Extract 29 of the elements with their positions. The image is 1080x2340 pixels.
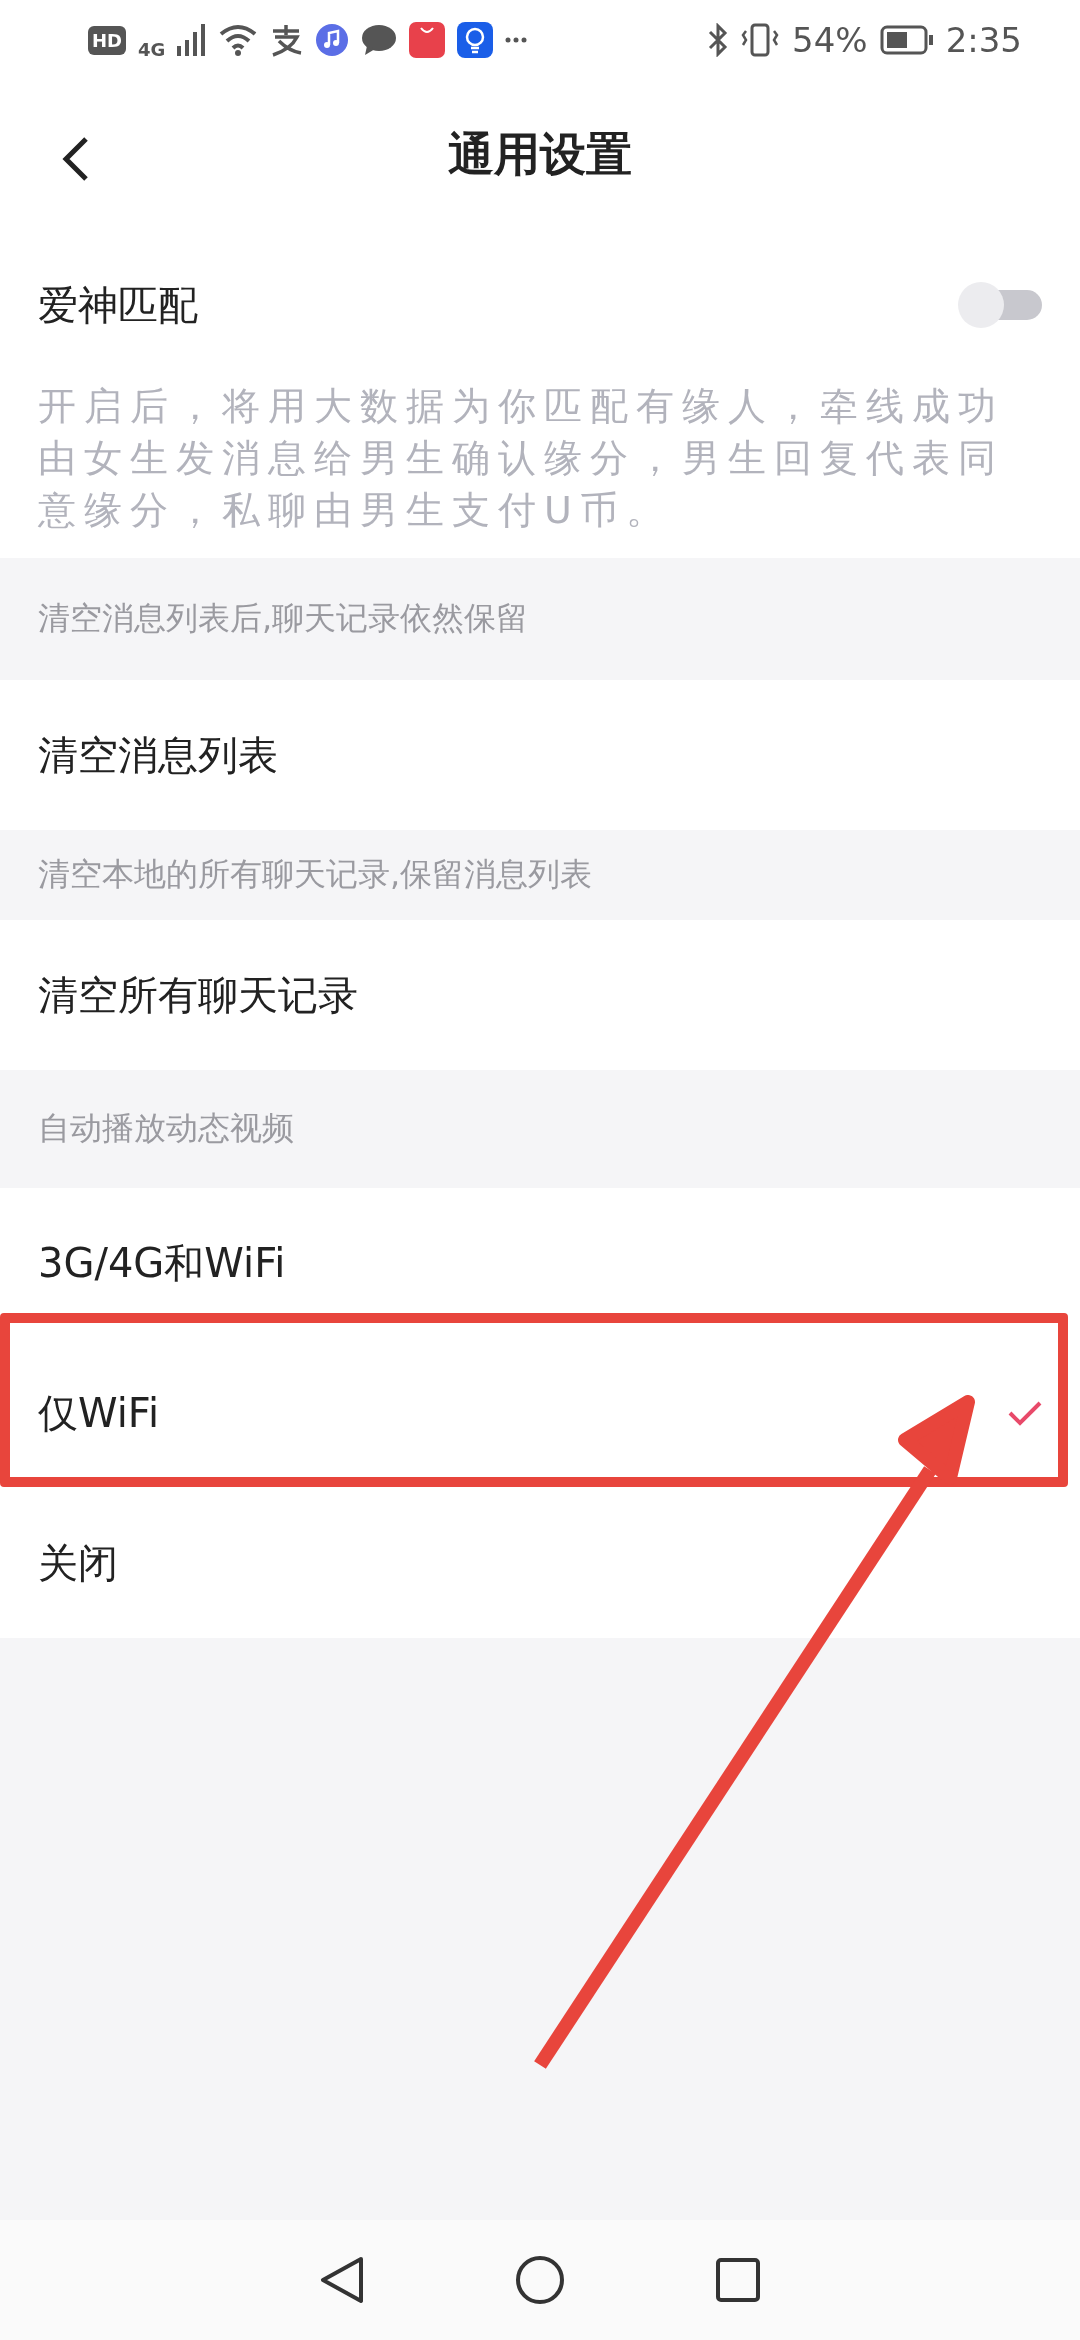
more-icon bbox=[505, 37, 528, 43]
hd-badge: HD bbox=[88, 25, 126, 55]
option-label[interactable]: 关闭 bbox=[38, 1535, 118, 1591]
match-toggle[interactable] bbox=[958, 281, 1042, 329]
section-hint: 自动播放动态视频 bbox=[38, 1108, 294, 1149]
settings-item[interactable]: 清空消息列表 bbox=[0, 680, 1080, 830]
settings-item[interactable]: 清空所有聊天记录 bbox=[0, 920, 1080, 1070]
recents-nav-button[interactable] bbox=[715, 2257, 761, 2303]
setting-label: 爱神匹配 bbox=[38, 280, 198, 330]
bluetooth-icon bbox=[708, 23, 729, 57]
page-title: 通用设置 bbox=[448, 126, 632, 183]
home-nav-button[interactable] bbox=[515, 2255, 565, 2305]
battery-percent: 54% bbox=[792, 20, 868, 60]
setting-description: 开启后，将用大数据为你匹配有缘人，牵线成功由女生发消息给男生确认缘分，男生回复代表同意缘分，私聊由男生支付U币。 bbox=[38, 383, 1005, 534]
clock-time: 2:35 bbox=[945, 20, 1022, 60]
option-label[interactable]: 仅WiFi bbox=[38, 1385, 159, 1441]
battery-icon bbox=[879, 25, 934, 55]
music-app-icon bbox=[315, 23, 350, 57]
section-hint: 清空本地的所有聊天记录,保留消息列表 bbox=[38, 854, 593, 895]
option-label[interactable]: 3G/4G和WiFi bbox=[38, 1235, 286, 1291]
wifi-icon bbox=[219, 24, 258, 56]
signal-icon bbox=[177, 24, 208, 56]
back-icon[interactable] bbox=[60, 135, 90, 183]
network-type: 4G bbox=[138, 38, 166, 60]
lightbulb-app-icon bbox=[457, 22, 494, 58]
chat-icon bbox=[361, 24, 398, 56]
vibrate-icon bbox=[740, 23, 781, 57]
section-hint: 清空消息列表后,聊天记录依然保留 bbox=[38, 598, 529, 639]
back-nav-button[interactable] bbox=[319, 2255, 365, 2305]
